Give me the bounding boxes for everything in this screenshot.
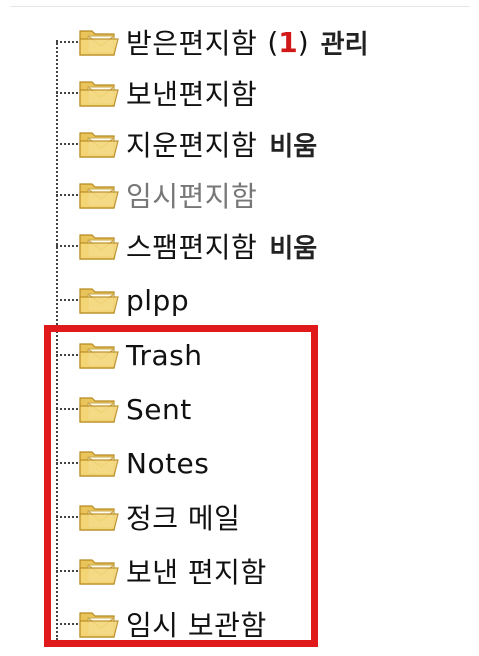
tree-branch: [56, 41, 78, 43]
folder-label: 받은편지함: [126, 27, 258, 60]
tree-branch: [56, 143, 78, 145]
tree-branch: [56, 194, 78, 196]
mail-folder-tree: 받은편지함 (1) 관리 보낸편지함 지운편지함 비움 임시편지함 스팸편지함 …: [0, 0, 479, 656]
folder-item-deleted[interactable]: 지운편지함 비움: [56, 124, 317, 164]
folder-mail-icon: [78, 178, 122, 212]
folder-item-plpp[interactable]: plpp: [56, 280, 189, 320]
highlight-box: [44, 325, 318, 647]
unread-count: (1): [267, 25, 309, 59]
folder-label: 보낸편지함: [126, 78, 258, 111]
empty-trash-link[interactable]: 비움: [269, 126, 317, 163]
tree-branch: [56, 245, 78, 247]
manage-link[interactable]: 관리: [321, 24, 369, 61]
tree-branch: [56, 92, 78, 94]
tree-branch: [56, 299, 78, 301]
folder-label: 임시편지함: [126, 180, 258, 213]
folder-mail-icon: [78, 25, 122, 59]
folder-mail-icon: [78, 127, 122, 161]
folder-label: 지운편지함: [126, 129, 258, 162]
folder-label: 스팸편지함: [126, 231, 258, 264]
folder-mail-icon: [78, 76, 122, 110]
folder-item-spam[interactable]: 스팸편지함 비움: [56, 226, 317, 266]
empty-spam-link[interactable]: 비움: [269, 228, 317, 265]
folder-mail-icon: [78, 283, 122, 317]
folder-item-drafts[interactable]: 임시편지함: [56, 175, 257, 215]
folder-label: plpp: [126, 283, 190, 317]
folder-mail-icon: [78, 229, 122, 263]
folder-item-inbox[interactable]: 받은편지함 (1) 관리: [56, 22, 369, 62]
folder-item-sent[interactable]: 보낸편지함: [56, 73, 257, 113]
